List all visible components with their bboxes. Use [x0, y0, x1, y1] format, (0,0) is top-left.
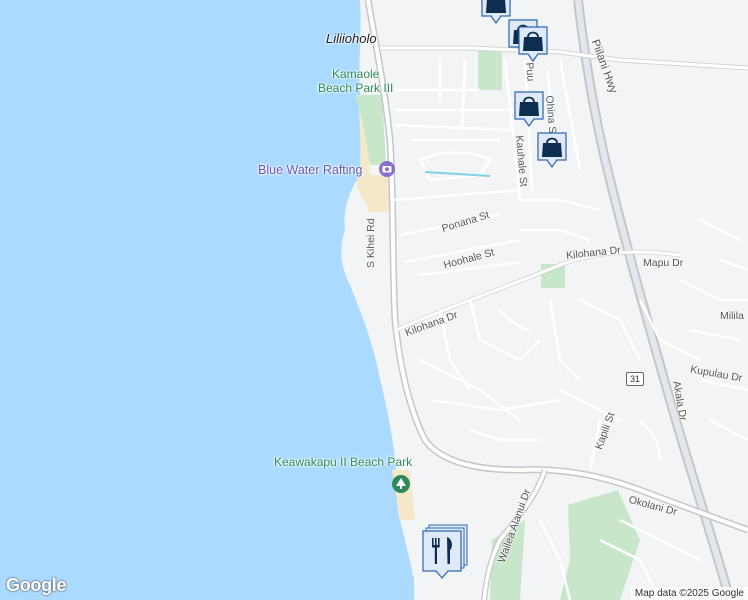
camera-icon[interactable]	[378, 160, 396, 178]
tree-icon[interactable]	[391, 474, 411, 494]
label-puu: Puu	[523, 62, 537, 82]
fork-knife-icon[interactable]	[420, 522, 470, 582]
shopping-bag-icon[interactable]	[535, 130, 569, 170]
label-kamaole-line2: Beach Park III	[318, 81, 394, 95]
label-mapu-dr: Mapu Dr	[643, 257, 684, 269]
label-kamaole-line1: Kamaole	[332, 67, 380, 81]
route-31-shield: 31	[626, 372, 645, 386]
label-kamaole-beach-park[interactable]: Kamaole Beach Park III	[318, 67, 393, 95]
shopping-bag-icon[interactable]	[516, 24, 550, 64]
shopping-bag-icon[interactable]	[512, 89, 546, 129]
label-liliiholo: Liliioholo	[326, 31, 377, 46]
map-attribution: Map data ©2025 Google	[630, 587, 748, 600]
park-north	[478, 50, 502, 90]
label-keawakapu-beach-park[interactable]: Keawakapu II Beach Park	[274, 455, 412, 469]
label-s-kihei-rd: S Kihei Rd	[365, 218, 377, 268]
google-logo: Google	[6, 575, 67, 595]
label-blue-water-rafting[interactable]: Blue Water Rafting	[258, 163, 362, 177]
label-milila: Milila	[720, 310, 744, 322]
